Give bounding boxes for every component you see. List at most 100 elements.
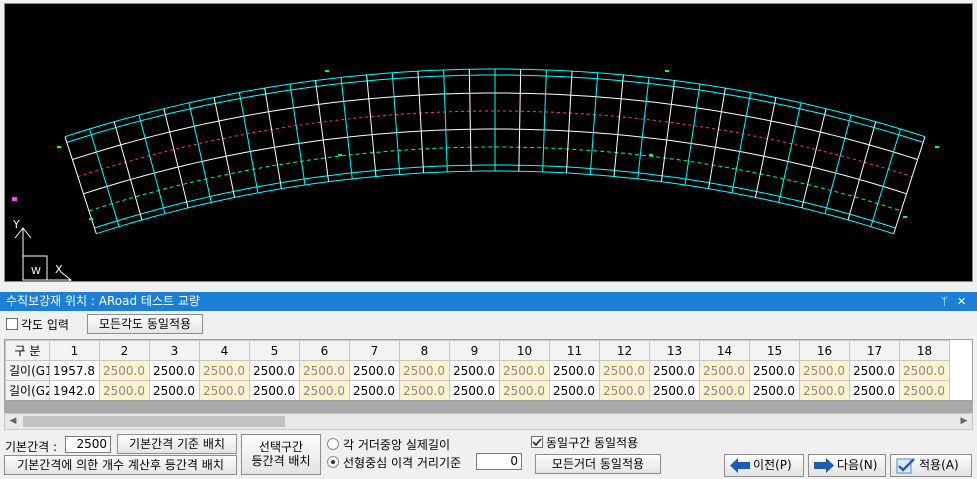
- grid-cell[interactable]: 2500.0: [149, 360, 200, 381]
- grid-cell[interactable]: 2500.0: [599, 360, 650, 381]
- cross-beam-line: [391, 72, 401, 175]
- grid-cell[interactable]: 2500.0: [649, 380, 700, 400]
- cad-viewport[interactable]: Y W X: [4, 3, 973, 282]
- survey-marker: [903, 216, 907, 218]
- grid-column-header[interactable]: 8: [399, 340, 450, 361]
- grid-column-header[interactable]: 12: [599, 340, 650, 361]
- base-interval-input[interactable]: 2500: [65, 436, 111, 453]
- grid-column-header[interactable]: 17: [849, 340, 900, 361]
- prev-button[interactable]: 이전(P): [724, 454, 804, 477]
- cross-beam-line: [518, 69, 522, 172]
- grid-cell[interactable]: 2500.0: [749, 380, 800, 400]
- cross-beam-line: [468, 69, 472, 172]
- grid-cell[interactable]: 2500.0: [199, 360, 250, 381]
- next-button[interactable]: 다음(N): [808, 454, 886, 477]
- all-girder-apply-button[interactable]: 모든거더 동일적용: [535, 454, 661, 474]
- horizontal-scrollbar[interactable]: ◀ ▶: [4, 413, 973, 430]
- girder-center-length-label: 각 거더중앙 실제길이: [343, 438, 450, 452]
- cross-beam-line: [870, 128, 901, 227]
- grid-cell[interactable]: 2500.0: [99, 380, 150, 400]
- grid-column-header[interactable]: 7: [349, 340, 400, 361]
- angle-input-checkbox[interactable]: [6, 318, 18, 330]
- cross-beam-line: [213, 97, 236, 198]
- grid-cell[interactable]: 2500.0: [749, 360, 800, 381]
- grid-header-label: 구 분: [5, 340, 50, 361]
- alignment-offset-input[interactable]: 0: [476, 453, 522, 470]
- cross-beam-line: [188, 102, 212, 203]
- cross-beam-line: [163, 108, 189, 208]
- grid-cell[interactable]: 2500.0: [249, 360, 300, 381]
- stiffener-length-grid[interactable]: 구 분123456789101112131415161718 길이(G1)195…: [4, 339, 973, 401]
- girder-center-length-radio[interactable]: [327, 438, 339, 450]
- grid-cell[interactable]: 2500.0: [699, 360, 750, 381]
- cross-beam-line: [708, 87, 726, 189]
- grid-column-header[interactable]: 10: [499, 340, 550, 361]
- grid-cell[interactable]: 2500.0: [349, 380, 400, 400]
- grid-column-header[interactable]: 5: [249, 340, 300, 361]
- grid-cell[interactable]: 2500.0: [549, 360, 600, 381]
- table-row: 길이(G2)1942.02500.02500.02500.02500.02500…: [5, 380, 950, 400]
- grid-cell[interactable]: 2500.0: [349, 360, 400, 381]
- grid-cell[interactable]: 2500.0: [899, 380, 950, 400]
- scroll-right-icon[interactable]: ▶: [956, 414, 972, 429]
- grid-column-header[interactable]: 18: [899, 340, 950, 361]
- base-interval-layout-button[interactable]: 기본간격 기준 배치: [117, 434, 237, 454]
- grid-cell[interactable]: 2500.0: [799, 360, 850, 381]
- bridge-plan-drawing: [12, 68, 939, 235]
- survey-marker: [338, 154, 342, 156]
- base-interval-label: 기본간격 :: [5, 440, 58, 454]
- panel-title: 수직보강재 위치 : ARoad 테스트 교량: [6, 294, 200, 308]
- grid-cell[interactable]: 2500.0: [399, 360, 450, 381]
- grid-column-header[interactable]: 13: [649, 340, 700, 361]
- cross-beam-line: [754, 97, 777, 198]
- grid-cell[interactable]: 2500.0: [699, 380, 750, 400]
- grid-cell[interactable]: 2500.0: [799, 380, 850, 400]
- axis-y-label: Y: [12, 218, 20, 231]
- grid-column-header[interactable]: 6: [299, 340, 350, 361]
- grid-cell[interactable]: 2500.0: [599, 380, 650, 400]
- grid-cell[interactable]: 2500.0: [299, 360, 350, 381]
- grid-cell[interactable]: 2500.0: [299, 380, 350, 400]
- grid-column-header[interactable]: 2: [99, 340, 150, 361]
- cross-beam-line: [238, 92, 259, 193]
- grid-cell[interactable]: 2500.0: [399, 380, 450, 400]
- grid-column-header[interactable]: 11: [549, 340, 600, 361]
- grid-cell[interactable]: 2500.0: [249, 380, 300, 400]
- grid-column-header[interactable]: 15: [749, 340, 800, 361]
- pin-icon[interactable]: ᛘ: [941, 292, 948, 311]
- section-equal-layout-button[interactable]: 선택구간 등간격 배치: [241, 434, 321, 475]
- grid-cell[interactable]: 2500.0: [849, 360, 900, 381]
- arrow-right-icon: [814, 458, 834, 473]
- same-section-checkbox[interactable]: [531, 436, 543, 448]
- grid-cell[interactable]: 2500.0: [199, 380, 250, 400]
- alignment-offset-radio[interactable]: [327, 456, 339, 468]
- grid-column-header[interactable]: 16: [799, 340, 850, 361]
- grid-cell[interactable]: 2500.0: [449, 360, 500, 381]
- grid-cell[interactable]: 2500.0: [99, 360, 150, 381]
- survey-marker: [57, 146, 61, 148]
- grid-column-header[interactable]: 14: [699, 340, 750, 361]
- grid-cell[interactable]: 2500.0: [549, 380, 600, 400]
- grid-cell[interactable]: 1957.8: [49, 360, 100, 381]
- grid-cell[interactable]: 1942.0: [49, 380, 100, 400]
- grid-cell[interactable]: 2500.0: [499, 360, 550, 381]
- grid-cell[interactable]: 2500.0: [899, 360, 950, 381]
- grid-column-header[interactable]: 9: [449, 340, 500, 361]
- scrollbar-thumb[interactable]: [23, 416, 285, 427]
- apply-all-angles-button[interactable]: 모든각도 동일적용: [87, 314, 203, 334]
- close-icon[interactable]: ✕: [957, 292, 966, 311]
- grid-cell[interactable]: 2500.0: [449, 380, 500, 400]
- grid-cell[interactable]: 2500.0: [149, 380, 200, 400]
- grid-cell[interactable]: 2500.0: [849, 380, 900, 400]
- section-button-line1: 선택구간: [258, 440, 304, 454]
- grid-column-header[interactable]: 1: [49, 340, 100, 361]
- count-calc-equal-layout-button[interactable]: 기본간격에 의한 개수 계산후 등간격 배치: [4, 455, 237, 475]
- apply-button[interactable]: 적용(A): [890, 454, 972, 477]
- survey-marker: [665, 70, 669, 72]
- grid-column-header[interactable]: 4: [199, 340, 250, 361]
- grid-column-header[interactable]: 3: [149, 340, 200, 361]
- survey-marker: [649, 154, 653, 156]
- grid-cell[interactable]: 2500.0: [649, 360, 700, 381]
- grid-cell[interactable]: 2500.0: [499, 380, 550, 400]
- scroll-left-icon[interactable]: ◀: [5, 414, 21, 429]
